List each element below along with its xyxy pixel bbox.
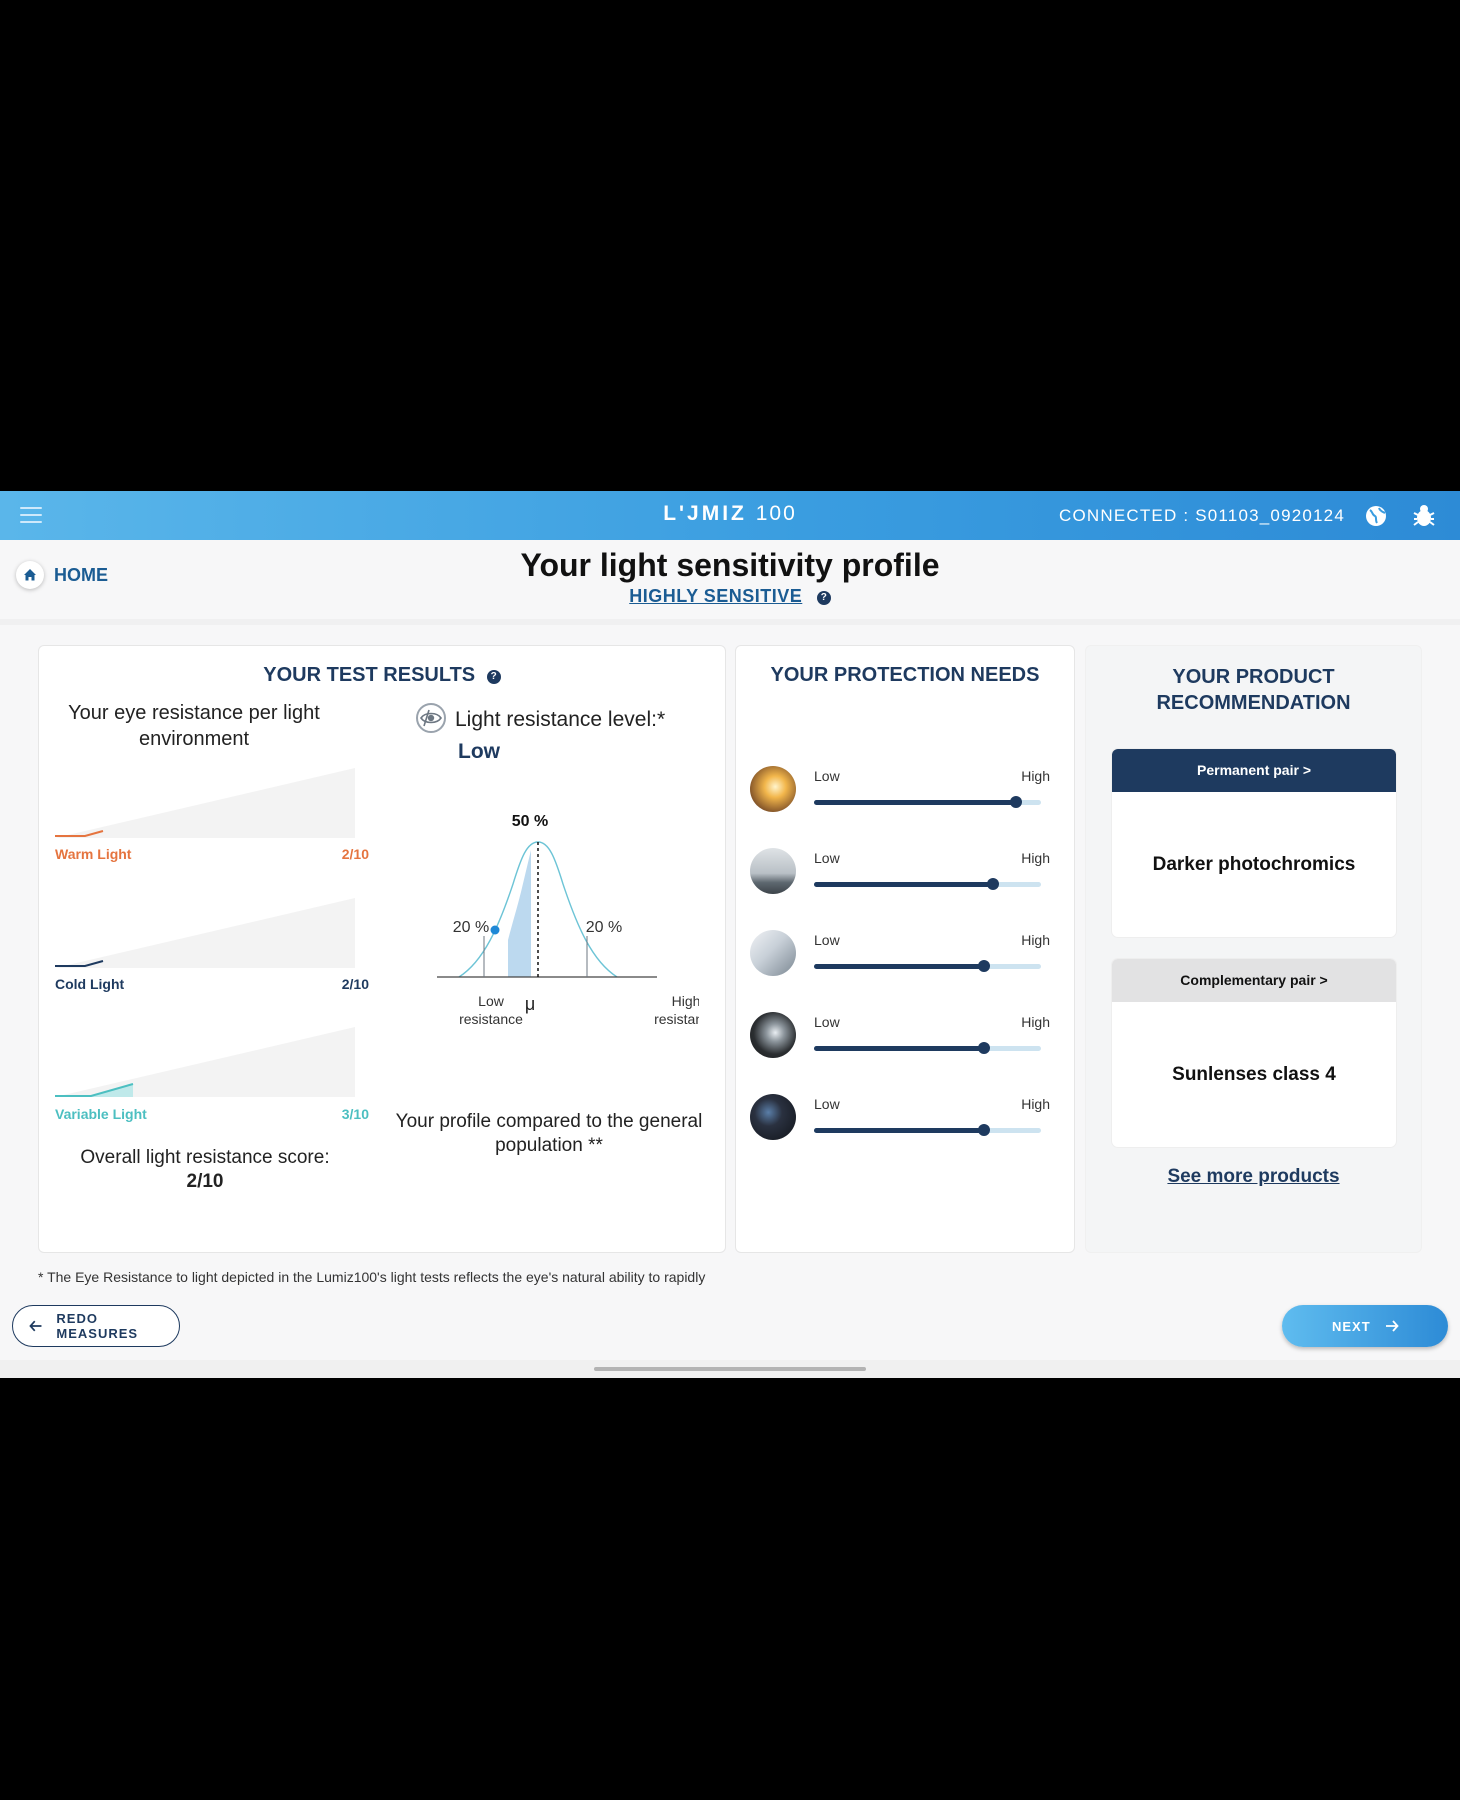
redo-measures-label: REDO MEASURES <box>56 1311 139 1341</box>
protection-level-bar <box>814 960 1041 972</box>
protection-high-label: High <box>1021 850 1050 866</box>
variable-light-score: 3/10 <box>341 1106 369 1122</box>
protection-level-bar <box>814 1042 1041 1054</box>
recommendation-title: YOUR PRODUCT RECOMMENDATION <box>1086 664 1421 716</box>
warm-light-chart <box>55 768 355 838</box>
population-compare-label: Your profile compared to the general pop… <box>395 1111 703 1156</box>
connection-status: CONNECTED : S01103_0920124 <box>1058 506 1345 525</box>
bell-low-label-2: resistance <box>459 1011 523 1027</box>
complementary-pair-product: Sunlenses class 4 <box>1172 1064 1336 1085</box>
permanent-pair-header[interactable]: Permanent pair > <box>1112 749 1396 792</box>
protection-level-bar <box>814 878 1041 890</box>
overall-score-value: 2/10 <box>186 1171 224 1192</box>
protection-high-label: High <box>1021 1014 1050 1030</box>
home-indicator[interactable] <box>594 1367 866 1371</box>
indoor-scene-icon <box>750 930 796 976</box>
night-city-icon <box>750 1094 796 1140</box>
test-results-card: YOUR TEST RESULTS ? Your eye resistance … <box>38 645 726 1253</box>
bell-shaded-area <box>508 850 531 977</box>
bell-left-label: 20 % <box>453 919 489 936</box>
warm-light-label: Warm Light <box>55 846 132 862</box>
next-button[interactable]: NEXT <box>1282 1305 1448 1347</box>
overcast-scene-icon <box>750 848 796 894</box>
per-environment-title: Your eye resistance per light environmen… <box>68 702 320 750</box>
arrow-right-icon <box>1385 1320 1399 1332</box>
protection-row: Low High <box>750 930 1050 990</box>
bell-top-label: 50 % <box>512 813 548 830</box>
top-bar: L'JMIZ 100 CONNECTED : S01103_0920124 <box>0 491 1460 540</box>
protection-low-label: Low <box>814 1096 840 1112</box>
resistance-level-value: Low <box>458 740 500 763</box>
protection-high-label: High <box>1021 1096 1050 1112</box>
overall-score-label: Overall light resistance score: <box>80 1147 330 1168</box>
permanent-pair-product: Darker photochromics <box>1152 854 1356 875</box>
help-icon[interactable]: ? <box>486 670 501 684</box>
footnote: * The Eye Resistance to light depicted i… <box>38 1269 706 1285</box>
bell-high-label: High <box>672 993 699 1009</box>
protection-level-knob <box>987 878 1000 890</box>
arrow-left-icon <box>29 1320 42 1332</box>
protection-row: Low High <box>750 848 1050 908</box>
bug-icon[interactable] <box>1412 503 1436 529</box>
logo-number: 100 <box>755 502 797 525</box>
next-label: NEXT <box>1332 1318 1371 1334</box>
recommendation-title-line-1: YOUR PRODUCT <box>1172 666 1335 688</box>
protection-level-bar <box>814 796 1041 808</box>
bell-right-label: 20 % <box>586 919 622 936</box>
protection-level-fill <box>814 1046 985 1051</box>
sensitivity-profile-link[interactable]: HIGHLY SENSITIVE <box>629 586 802 606</box>
eye-resistance-icon <box>416 703 446 733</box>
protection-level-knob <box>978 960 991 972</box>
sunset-scene-icon <box>750 766 796 812</box>
cold-light-score: 2/10 <box>341 976 369 992</box>
warm-light-score: 2/10 <box>341 846 369 862</box>
permanent-pair-card[interactable]: Permanent pair > Darker photochromics <box>1112 749 1396 937</box>
cold-light-chart <box>55 898 355 968</box>
protection-low-label: Low <box>814 932 840 948</box>
protection-level-fill <box>814 800 1017 805</box>
protection-level-fill <box>814 964 985 969</box>
complementary-pair-header[interactable]: Complementary pair > <box>1112 959 1396 1002</box>
protection-high-label: High <box>1021 932 1050 948</box>
variable-light-label: Variable Light <box>55 1106 147 1122</box>
complementary-pair-card[interactable]: Complementary pair > Sunlenses class 4 <box>1112 959 1396 1147</box>
bell-mu-label: μ <box>525 994 535 1014</box>
protection-low-label: Low <box>814 1014 840 1030</box>
protection-level-fill <box>814 882 994 887</box>
redo-measures-button[interactable]: REDO MEASURES <box>12 1305 180 1347</box>
protection-low-label: Low <box>814 768 840 784</box>
protection-level-knob <box>1010 796 1023 808</box>
profile-line: HIGHLY SENSITIVE ? <box>0 586 1460 607</box>
protection-needs-title: YOUR PROTECTION NEEDS <box>770 664 1040 686</box>
globe-icon[interactable] <box>1364 504 1388 528</box>
protection-high-label: High <box>1021 768 1050 784</box>
protection-level-fill <box>814 1128 985 1133</box>
protection-low-label: Low <box>814 850 840 866</box>
recommendation-card: YOUR PRODUCT RECOMMENDATION Permanent pa… <box>1085 645 1422 1253</box>
app-screen: L'JMIZ 100 CONNECTED : S01103_0920124 HO… <box>0 491 1460 1378</box>
protection-needs-card: YOUR PROTECTION NEEDS Low High Low High … <box>735 645 1075 1253</box>
bell-high-label-2: resistance <box>654 1011 699 1027</box>
logo-text: L'JMIZ <box>663 502 747 525</box>
cold-light-label: Cold Light <box>55 976 125 992</box>
test-results-title-text: YOUR TEST RESULTS <box>263 664 476 686</box>
screen-scene-icon <box>750 1012 796 1058</box>
see-more-products-link[interactable]: See more products <box>1086 1166 1421 1188</box>
help-icon[interactable]: ? <box>816 591 831 605</box>
protection-row: Low High <box>750 1094 1050 1154</box>
bell-low-label: Low <box>478 993 505 1009</box>
test-results-title: YOUR TEST RESULTS ? <box>39 664 725 687</box>
resistance-level-title: Light resistance level:* <box>455 708 666 731</box>
distribution-chart: 50 % 20 % 20 % Low resistance μ High res… <box>437 813 699 1027</box>
protection-row: Low High <box>750 1012 1050 1072</box>
header-divider <box>0 619 1460 625</box>
protection-level-bar <box>814 1124 1041 1136</box>
protection-level-knob <box>978 1124 991 1136</box>
user-position-marker <box>490 925 500 935</box>
protection-row: Low High <box>750 766 1050 826</box>
recommendation-title-line-2: RECOMMENDATION <box>1156 692 1351 714</box>
variable-light-chart <box>55 1027 355 1097</box>
page-title: Your light sensitivity profile <box>520 547 940 583</box>
protection-level-knob <box>978 1042 991 1054</box>
